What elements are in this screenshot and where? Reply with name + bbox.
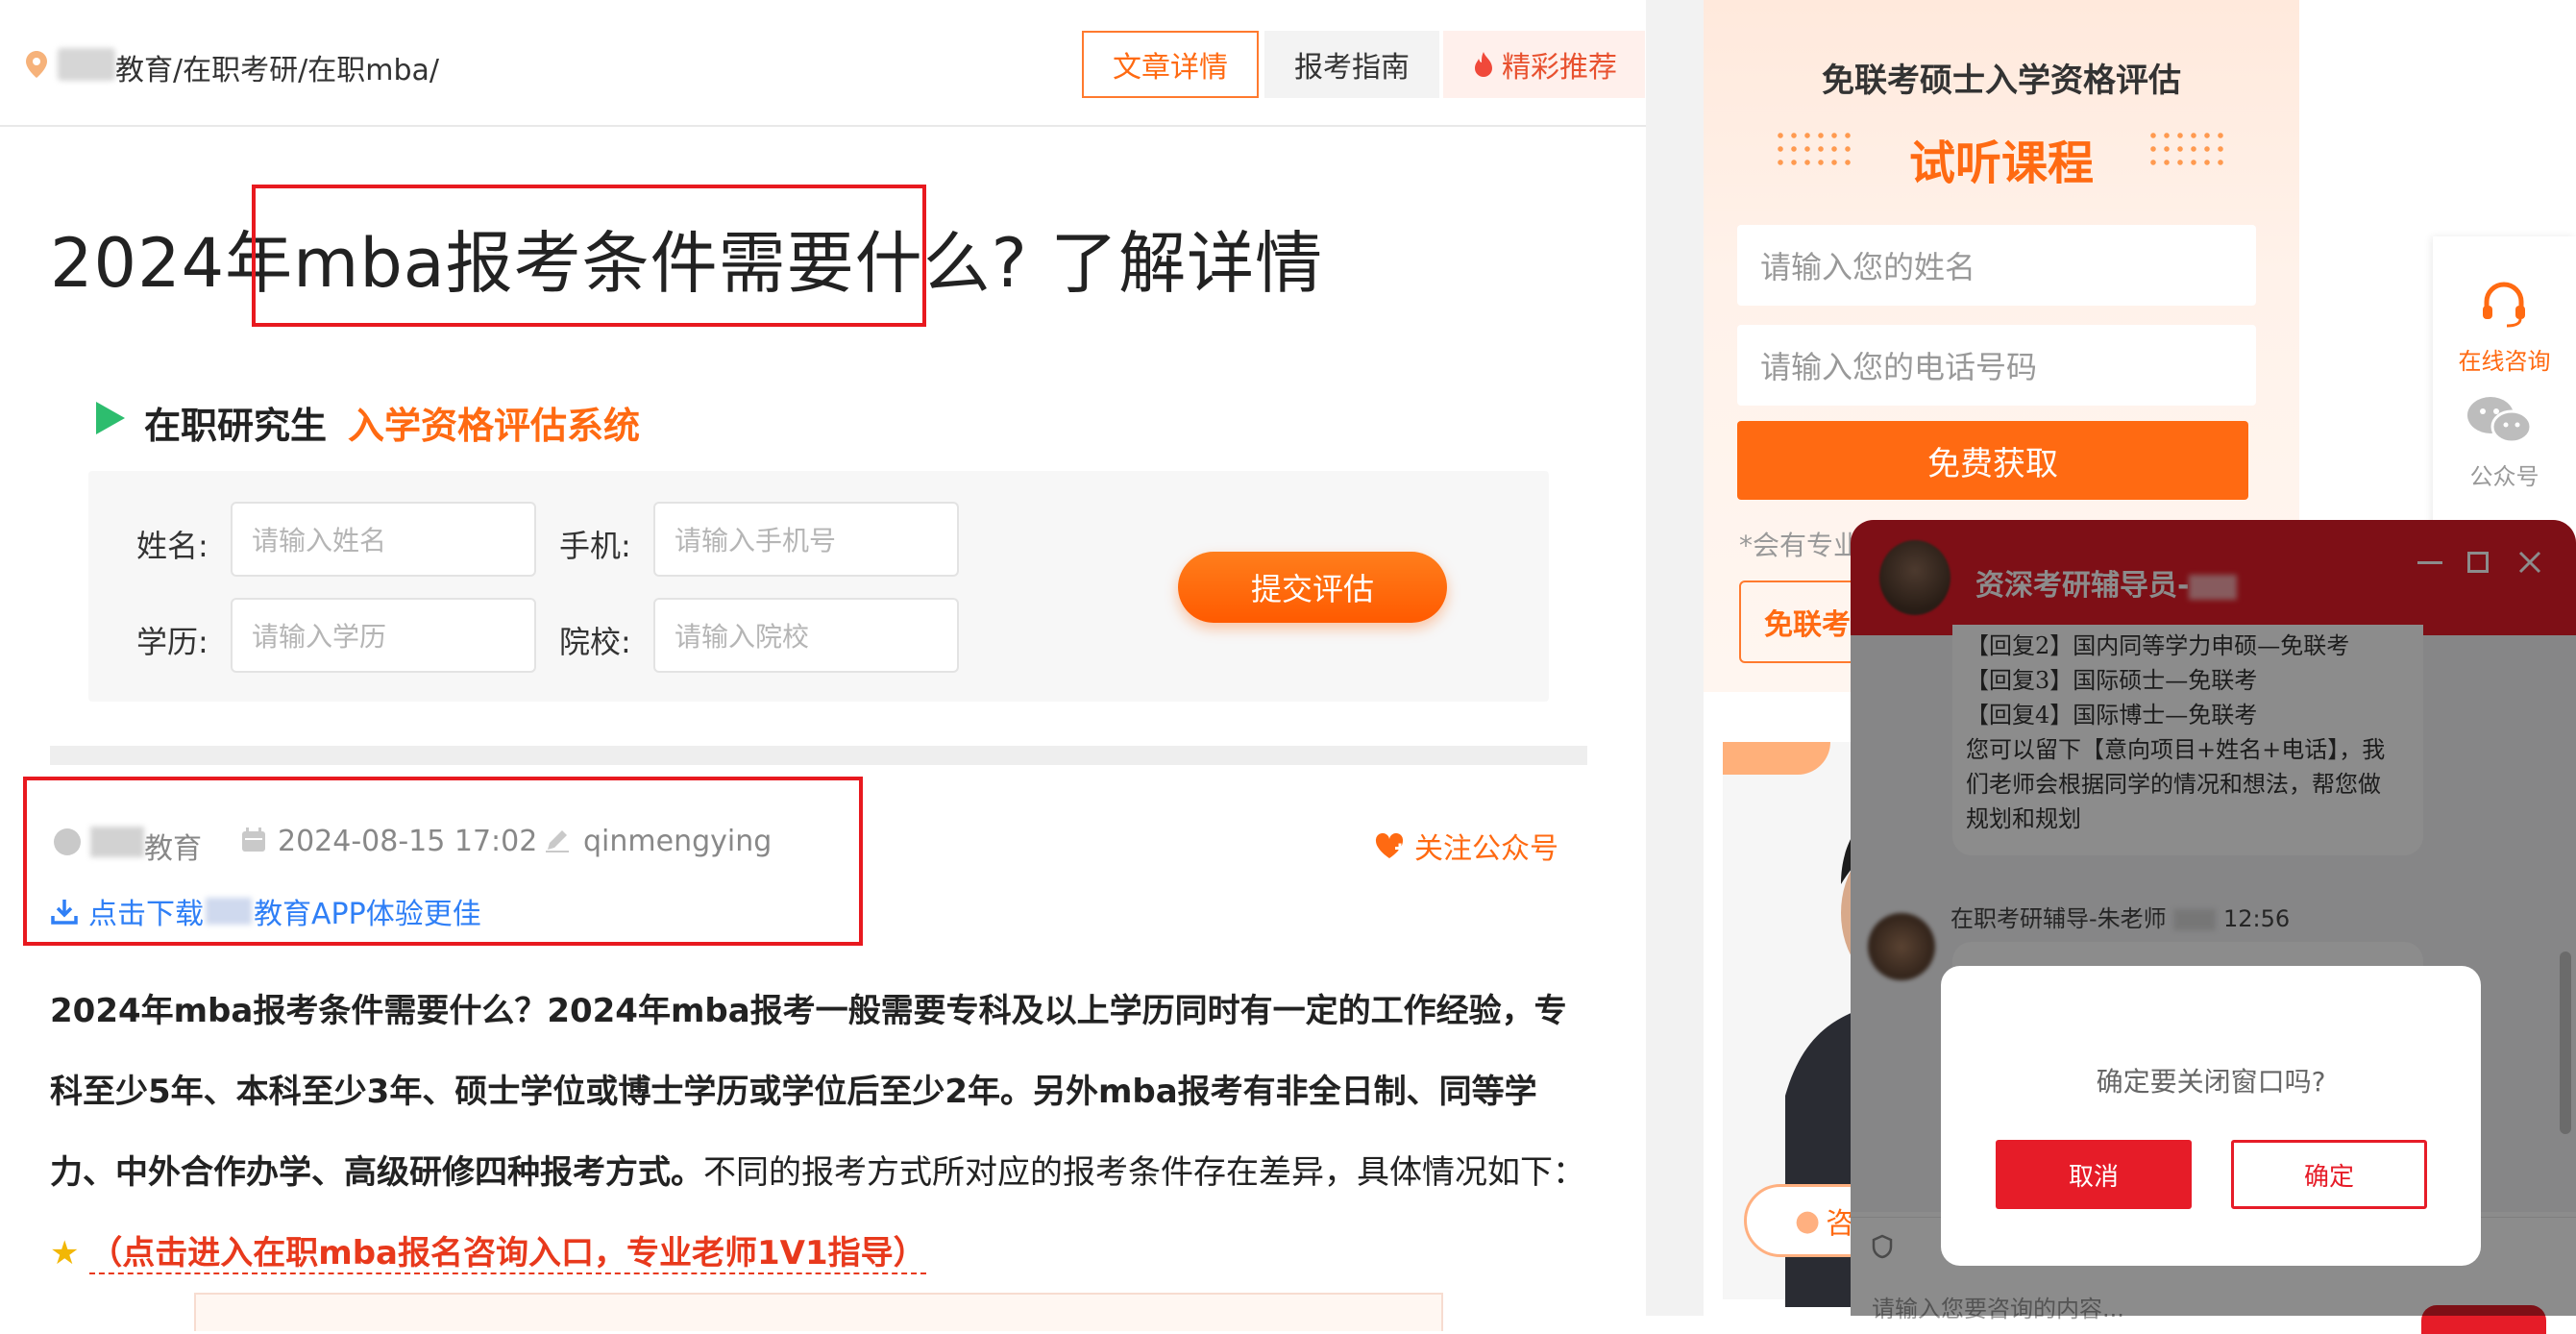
divider	[50, 746, 1587, 765]
redacted-brand	[90, 827, 144, 857]
sidebar-item-online-consult[interactable]: 在线咨询	[2433, 342, 2576, 376]
free-get-button[interactable]: 免费获取	[1737, 421, 2248, 500]
eval-title: 在职研究生	[144, 405, 328, 447]
highlight-box	[252, 185, 926, 327]
wechat-icon[interactable]	[2466, 394, 2535, 448]
promo-note: *会有专业	[1739, 530, 1861, 561]
download-label-a: 点击下载	[88, 898, 204, 931]
redacted-brand	[206, 898, 252, 925]
redacted-brand	[58, 48, 115, 81]
sidebar-item-official-account[interactable]: 公众号	[2433, 457, 2576, 491]
title-suffix: 了解详情	[1027, 224, 1324, 303]
article-date: 2024-08-15 17:02	[278, 825, 538, 858]
flame-icon	[1475, 52, 1492, 77]
article-source: 教育	[144, 832, 202, 866]
dialog-message: 确定要关闭窗口吗?	[2096, 1066, 2326, 1098]
column-gap	[1646, 0, 1704, 1316]
confirm-dialog	[1941, 966, 2481, 1266]
article-author: qinmengying	[583, 825, 773, 858]
follow-label: 关注公众号	[1414, 832, 1558, 866]
tab-exam-guide[interactable]: 报考指南	[1264, 31, 1439, 98]
heart-plus-icon	[1375, 832, 1405, 858]
chat-bubble-icon: ●	[1795, 1203, 1821, 1238]
cancel-button[interactable]: 取消	[1996, 1140, 2192, 1209]
confirm-button[interactable]: 确定	[2231, 1140, 2427, 1209]
star-icon: ★	[50, 1234, 80, 1272]
headset-icon[interactable]	[2479, 279, 2529, 329]
tab-recommend-label: 精彩推荐	[1502, 51, 1617, 85]
download-icon	[51, 900, 78, 925]
name-label: 姓名:	[136, 528, 209, 564]
breadcrumb[interactable]: 教育/在职考研/在职mba/	[115, 46, 439, 88]
download-label-b: 教育APP体验更佳	[254, 898, 481, 931]
download-app-link[interactable]: 点击下载 教育APP体验更佳	[50, 890, 481, 932]
phone-input[interactable]: 请输入手机号	[653, 502, 959, 577]
promo-phone-input[interactable]: 请输入您的电话号码	[1737, 325, 2256, 406]
follow-official-account[interactable]: 关注公众号	[1374, 825, 1558, 867]
pencil-icon	[546, 830, 569, 852]
education-input[interactable]: 请输入学历	[231, 598, 536, 673]
tab-article-details[interactable]: 文章详情	[1082, 31, 1259, 98]
dots-decoration	[2147, 129, 2223, 171]
content-card	[194, 1293, 1443, 1331]
name-input[interactable]: 请输入姓名	[231, 502, 536, 577]
compass-icon	[54, 828, 81, 855]
article-body: 2024年mba报考条件需要什么？2024年mba报考一般需要专科及以上学历同时…	[50, 971, 1587, 1294]
submit-eval-button[interactable]: 提交评估	[1178, 552, 1447, 623]
play-arrow-icon	[96, 402, 125, 434]
eval-subtitle: 入学资格评估系统	[348, 405, 641, 447]
school-input[interactable]: 请输入院校	[653, 598, 959, 673]
consult-entry-link[interactable]: （点击进入在职mba报名咨询入口，专业老师1V1指导）	[89, 1234, 926, 1274]
tab-recommend[interactable]: 精彩推荐	[1443, 31, 1645, 98]
promo-title: 免联考硕士入学资格评估	[1822, 62, 2181, 100]
body-text: 不同的报考方式所对应的报考条件存在差异，具体情况如下：	[703, 1153, 1585, 1192]
calendar-icon	[242, 828, 265, 852]
education-label: 学历:	[136, 624, 209, 660]
location-pin-icon	[26, 51, 47, 78]
school-label: 院校:	[559, 624, 631, 660]
promo-name-input[interactable]: 请输入您的姓名	[1737, 225, 2256, 306]
phone-label: 手机:	[559, 528, 631, 564]
